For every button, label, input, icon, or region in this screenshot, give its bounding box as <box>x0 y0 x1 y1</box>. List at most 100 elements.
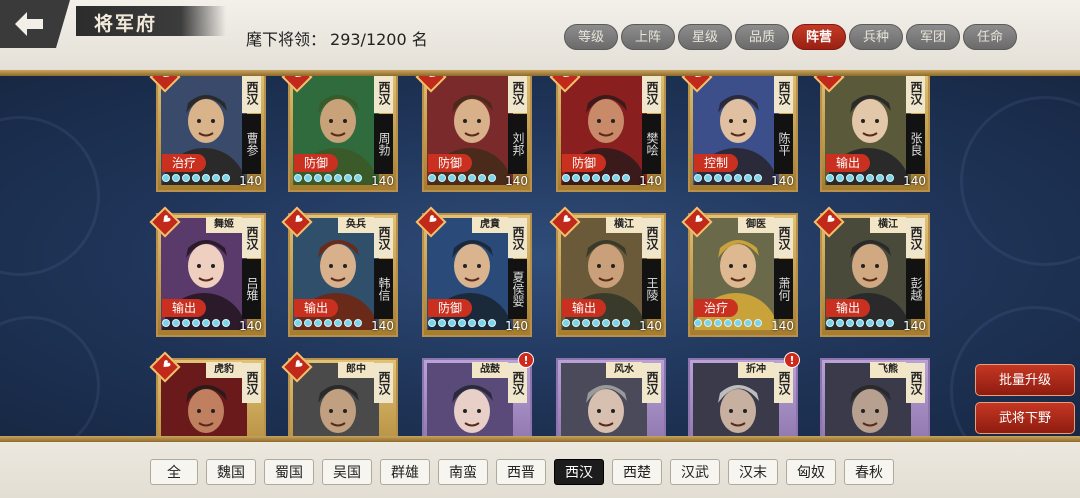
star-icon <box>876 174 884 182</box>
star-icon <box>334 174 342 182</box>
faction-label: 西汉 <box>906 363 925 403</box>
kingdom-tab[interactable]: 群雄 <box>380 459 430 485</box>
star-icon <box>846 174 854 182</box>
kingdom-tab[interactable]: 南蛮 <box>438 459 488 485</box>
general-card[interactable]: ♥ 横江 西汉 王陵 输出 140 <box>549 206 666 337</box>
general-title-tag: 横江 <box>606 217 642 233</box>
kingdom-tab[interactable]: 全 <box>150 459 198 485</box>
filter-tab[interactable]: 等级 <box>564 24 618 50</box>
general-card[interactable]: 战鼓 西汉! <box>422 352 534 438</box>
kingdom-tab[interactable]: 西楚 <box>612 459 662 485</box>
star-icon <box>754 319 762 327</box>
kingdom-tab[interactable]: 蜀国 <box>264 459 314 485</box>
star-icon <box>478 319 486 327</box>
star-icon <box>562 319 570 327</box>
star-icon <box>592 174 600 182</box>
filter-tab[interactable]: 上阵 <box>621 24 675 50</box>
star-icon <box>582 319 590 327</box>
star-icon <box>724 319 732 327</box>
general-card[interactable]: 折冲 西汉! <box>688 352 800 438</box>
general-card[interactable]: ♥ 虎賁 西汉 夏侯婴 防御 140 <box>415 206 532 337</box>
star-icon <box>488 174 496 182</box>
filter-tab[interactable]: 任命 <box>963 24 1017 50</box>
general-name: 吕雉 <box>242 259 261 319</box>
star-icon <box>212 319 220 327</box>
star-icon <box>836 174 844 182</box>
star-icon <box>428 319 436 327</box>
role-badge: 防御 <box>562 154 606 172</box>
general-card[interactable]: ♥西汉曹参治疗140 <box>149 76 266 192</box>
general-name: 周勃 <box>374 114 393 174</box>
star-icon <box>714 319 722 327</box>
general-title-tag: 折冲 <box>738 362 774 378</box>
general-card[interactable]: ♥ 横江 西汉 彭越 输出 140 <box>813 206 930 337</box>
general-card[interactable]: 风水 西汉 <box>556 358 666 438</box>
star-rating <box>294 319 362 327</box>
star-icon <box>886 174 894 182</box>
kingdom-tab[interactable]: 汉末 <box>728 459 778 485</box>
star-icon <box>304 319 312 327</box>
star-icon <box>704 174 712 182</box>
general-card-panel[interactable]: ♥西汉曹参治疗140♥西汉周勃防御140♥西汉刘邦防御140♥西汉樊哙防御140… <box>0 76 1080 438</box>
kingdom-tab[interactable]: 西汉 <box>554 459 604 485</box>
star-icon <box>294 174 302 182</box>
general-card[interactable]: ♥西汉陈平控制140 <box>681 76 798 192</box>
star-icon <box>314 174 322 182</box>
star-icon <box>836 319 844 327</box>
star-icon <box>202 319 210 327</box>
dismiss-general-button[interactable]: 武将下野 <box>975 402 1075 434</box>
batch-upgrade-button[interactable]: 批量升级 <box>975 364 1075 396</box>
star-rating <box>562 319 630 327</box>
general-name: 彭越 <box>906 259 925 319</box>
filter-tab[interactable]: 军团 <box>906 24 960 50</box>
faction-label: 西汉 <box>374 218 393 258</box>
general-card[interactable]: ♥ 御医 西汉 萧何 治疗 140 <box>681 206 798 337</box>
general-card[interactable]: 飞熊 西汉 <box>820 358 930 438</box>
kingdom-tab[interactable]: 西晋 <box>496 459 546 485</box>
general-card[interactable]: ♥ 郎中 西汉 <box>281 351 398 438</box>
general-level: 140 <box>771 174 794 188</box>
star-icon <box>572 319 580 327</box>
general-card[interactable]: ♥ 虎豹 西汉 <box>149 351 266 438</box>
general-name: 陈平 <box>774 114 793 174</box>
kingdom-tab[interactable]: 匈奴 <box>786 459 836 485</box>
star-icon <box>182 319 190 327</box>
star-icon <box>488 319 496 327</box>
background-emblem <box>0 116 100 276</box>
general-card[interactable]: ♥西汉刘邦防御140 <box>415 76 532 192</box>
alert-icon: ! <box>784 352 800 368</box>
star-icon <box>294 319 302 327</box>
general-card[interactable]: ♥ 奂兵 西汉 韩信 输出 140 <box>281 206 398 337</box>
general-count: 麾下将领： 293/1200 名 <box>246 26 428 50</box>
star-icon <box>612 174 620 182</box>
general-card[interactable]: ♥西汉樊哙防御140 <box>549 76 666 192</box>
general-name: 夏侯婴 <box>508 259 527 319</box>
star-icon <box>448 174 456 182</box>
kingdom-tab[interactable]: 春秋 <box>844 459 894 485</box>
star-icon <box>694 319 702 327</box>
star-icon <box>612 319 620 327</box>
star-icon <box>856 174 864 182</box>
back-button[interactable] <box>0 0 70 48</box>
kingdom-tab[interactable]: 汉武 <box>670 459 720 485</box>
general-card[interactable]: ♥西汉周勃防御140 <box>281 76 398 192</box>
star-icon <box>744 174 752 182</box>
filter-tab[interactable]: 星级 <box>678 24 732 50</box>
role-badge: 控制 <box>694 154 738 172</box>
filter-tab[interactable]: 兵种 <box>849 24 903 50</box>
sort-filter-tabs: 等级 上阵 星级 品质 阵营 兵种 军团 任命 <box>564 24 1017 50</box>
star-icon <box>694 174 702 182</box>
filter-tab[interactable]: 品质 <box>735 24 789 50</box>
star-icon <box>866 319 874 327</box>
general-card[interactable]: ♥ 舞姬 西汉 吕雉 输出 140 <box>149 206 266 337</box>
kingdom-tab[interactable]: 吴国 <box>322 459 372 485</box>
kingdom-tab[interactable]: 魏国 <box>206 459 256 485</box>
star-icon <box>438 319 446 327</box>
star-icon <box>582 174 590 182</box>
general-card[interactable]: ♥西汉张良输出140 <box>813 76 930 192</box>
star-rating <box>694 319 762 327</box>
general-level: 140 <box>903 319 926 333</box>
kingdom-tabs: 全魏国 蜀国 吴国 群雄 南蛮 西晋 西汉 西楚 汉武 汉末 匈奴 春秋 <box>150 459 894 485</box>
general-level: 140 <box>239 319 262 333</box>
filter-tab[interactable]: 阵营 <box>792 24 846 50</box>
